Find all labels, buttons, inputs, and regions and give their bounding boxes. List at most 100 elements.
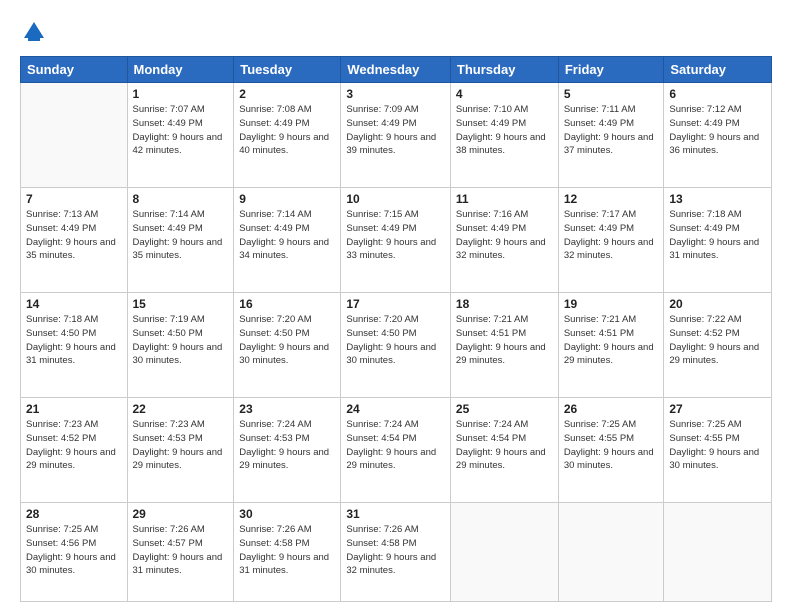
day-number: 6: [669, 87, 766, 101]
table-row: 27 Sunrise: 7:25 AMSunset: 4:55 PMDaylig…: [664, 398, 772, 503]
day-number: 30: [239, 507, 335, 521]
table-row: 6 Sunrise: 7:12 AMSunset: 4:49 PMDayligh…: [664, 83, 772, 188]
day-number: 13: [669, 192, 766, 206]
day-info: Sunrise: 7:14 AMSunset: 4:49 PMDaylight:…: [239, 208, 335, 263]
table-row: 10 Sunrise: 7:15 AMSunset: 4:49 PMDaylig…: [341, 188, 451, 293]
table-row: 18 Sunrise: 7:21 AMSunset: 4:51 PMDaylig…: [450, 293, 558, 398]
table-row: 9 Sunrise: 7:14 AMSunset: 4:49 PMDayligh…: [234, 188, 341, 293]
calendar-week-row: 1 Sunrise: 7:07 AMSunset: 4:49 PMDayligh…: [21, 83, 772, 188]
day-info: Sunrise: 7:23 AMSunset: 4:53 PMDaylight:…: [133, 418, 229, 473]
table-row: 30 Sunrise: 7:26 AMSunset: 4:58 PMDaylig…: [234, 503, 341, 602]
table-row: 14 Sunrise: 7:18 AMSunset: 4:50 PMDaylig…: [21, 293, 128, 398]
logo: [20, 18, 54, 46]
table-row: [558, 503, 664, 602]
calendar-header-row: Sunday Monday Tuesday Wednesday Thursday…: [21, 57, 772, 83]
day-info: Sunrise: 7:13 AMSunset: 4:49 PMDaylight:…: [26, 208, 122, 263]
day-info: Sunrise: 7:21 AMSunset: 4:51 PMDaylight:…: [564, 313, 659, 368]
col-thursday: Thursday: [450, 57, 558, 83]
day-number: 3: [346, 87, 445, 101]
day-info: Sunrise: 7:25 AMSunset: 4:56 PMDaylight:…: [26, 523, 122, 578]
col-sunday: Sunday: [21, 57, 128, 83]
day-number: 28: [26, 507, 122, 521]
table-row: 1 Sunrise: 7:07 AMSunset: 4:49 PMDayligh…: [127, 83, 234, 188]
day-info: Sunrise: 7:09 AMSunset: 4:49 PMDaylight:…: [346, 103, 445, 158]
table-row: 31 Sunrise: 7:26 AMSunset: 4:58 PMDaylig…: [341, 503, 451, 602]
day-number: 14: [26, 297, 122, 311]
day-number: 18: [456, 297, 553, 311]
table-row: 4 Sunrise: 7:10 AMSunset: 4:49 PMDayligh…: [450, 83, 558, 188]
day-number: 16: [239, 297, 335, 311]
table-row: 22 Sunrise: 7:23 AMSunset: 4:53 PMDaylig…: [127, 398, 234, 503]
day-number: 19: [564, 297, 659, 311]
day-info: Sunrise: 7:24 AMSunset: 4:54 PMDaylight:…: [346, 418, 445, 473]
day-number: 12: [564, 192, 659, 206]
calendar-week-row: 7 Sunrise: 7:13 AMSunset: 4:49 PMDayligh…: [21, 188, 772, 293]
page: Sunday Monday Tuesday Wednesday Thursday…: [0, 0, 792, 612]
table-row: 23 Sunrise: 7:24 AMSunset: 4:53 PMDaylig…: [234, 398, 341, 503]
day-number: 25: [456, 402, 553, 416]
calendar-week-row: 21 Sunrise: 7:23 AMSunset: 4:52 PMDaylig…: [21, 398, 772, 503]
day-info: Sunrise: 7:15 AMSunset: 4:49 PMDaylight:…: [346, 208, 445, 263]
table-row: 25 Sunrise: 7:24 AMSunset: 4:54 PMDaylig…: [450, 398, 558, 503]
table-row: 24 Sunrise: 7:24 AMSunset: 4:54 PMDaylig…: [341, 398, 451, 503]
col-friday: Friday: [558, 57, 664, 83]
table-row: 8 Sunrise: 7:14 AMSunset: 4:49 PMDayligh…: [127, 188, 234, 293]
table-row: 17 Sunrise: 7:20 AMSunset: 4:50 PMDaylig…: [341, 293, 451, 398]
day-number: 4: [456, 87, 553, 101]
day-info: Sunrise: 7:08 AMSunset: 4:49 PMDaylight:…: [239, 103, 335, 158]
day-number: 1: [133, 87, 229, 101]
day-number: 31: [346, 507, 445, 521]
table-row: 13 Sunrise: 7:18 AMSunset: 4:49 PMDaylig…: [664, 188, 772, 293]
day-info: Sunrise: 7:16 AMSunset: 4:49 PMDaylight:…: [456, 208, 553, 263]
day-number: 15: [133, 297, 229, 311]
table-row: 3 Sunrise: 7:09 AMSunset: 4:49 PMDayligh…: [341, 83, 451, 188]
day-info: Sunrise: 7:20 AMSunset: 4:50 PMDaylight:…: [346, 313, 445, 368]
day-info: Sunrise: 7:14 AMSunset: 4:49 PMDaylight:…: [133, 208, 229, 263]
day-number: 5: [564, 87, 659, 101]
col-wednesday: Wednesday: [341, 57, 451, 83]
day-number: 27: [669, 402, 766, 416]
day-number: 9: [239, 192, 335, 206]
day-info: Sunrise: 7:12 AMSunset: 4:49 PMDaylight:…: [669, 103, 766, 158]
table-row: 28 Sunrise: 7:25 AMSunset: 4:56 PMDaylig…: [21, 503, 128, 602]
table-row: 16 Sunrise: 7:20 AMSunset: 4:50 PMDaylig…: [234, 293, 341, 398]
table-row: 11 Sunrise: 7:16 AMSunset: 4:49 PMDaylig…: [450, 188, 558, 293]
day-number: 10: [346, 192, 445, 206]
day-number: 2: [239, 87, 335, 101]
day-number: 24: [346, 402, 445, 416]
col-saturday: Saturday: [664, 57, 772, 83]
table-row: 26 Sunrise: 7:25 AMSunset: 4:55 PMDaylig…: [558, 398, 664, 503]
day-info: Sunrise: 7:17 AMSunset: 4:49 PMDaylight:…: [564, 208, 659, 263]
day-info: Sunrise: 7:10 AMSunset: 4:49 PMDaylight:…: [456, 103, 553, 158]
day-number: 23: [239, 402, 335, 416]
table-row: [664, 503, 772, 602]
table-row: 15 Sunrise: 7:19 AMSunset: 4:50 PMDaylig…: [127, 293, 234, 398]
table-row: [450, 503, 558, 602]
table-row: 29 Sunrise: 7:26 AMSunset: 4:57 PMDaylig…: [127, 503, 234, 602]
table-row: 7 Sunrise: 7:13 AMSunset: 4:49 PMDayligh…: [21, 188, 128, 293]
day-number: 11: [456, 192, 553, 206]
table-row: 12 Sunrise: 7:17 AMSunset: 4:49 PMDaylig…: [558, 188, 664, 293]
day-info: Sunrise: 7:20 AMSunset: 4:50 PMDaylight:…: [239, 313, 335, 368]
day-info: Sunrise: 7:18 AMSunset: 4:50 PMDaylight:…: [26, 313, 122, 368]
day-info: Sunrise: 7:26 AMSunset: 4:57 PMDaylight:…: [133, 523, 229, 578]
day-number: 26: [564, 402, 659, 416]
day-info: Sunrise: 7:22 AMSunset: 4:52 PMDaylight:…: [669, 313, 766, 368]
day-info: Sunrise: 7:19 AMSunset: 4:50 PMDaylight:…: [133, 313, 229, 368]
day-number: 8: [133, 192, 229, 206]
day-info: Sunrise: 7:25 AMSunset: 4:55 PMDaylight:…: [564, 418, 659, 473]
calendar-table: Sunday Monday Tuesday Wednesday Thursday…: [20, 56, 772, 602]
logo-icon: [20, 18, 48, 46]
day-info: Sunrise: 7:07 AMSunset: 4:49 PMDaylight:…: [133, 103, 229, 158]
table-row: 5 Sunrise: 7:11 AMSunset: 4:49 PMDayligh…: [558, 83, 664, 188]
table-row: 21 Sunrise: 7:23 AMSunset: 4:52 PMDaylig…: [21, 398, 128, 503]
day-info: Sunrise: 7:26 AMSunset: 4:58 PMDaylight:…: [239, 523, 335, 578]
header: [20, 18, 772, 46]
day-info: Sunrise: 7:24 AMSunset: 4:54 PMDaylight:…: [456, 418, 553, 473]
col-tuesday: Tuesday: [234, 57, 341, 83]
table-row: 20 Sunrise: 7:22 AMSunset: 4:52 PMDaylig…: [664, 293, 772, 398]
day-info: Sunrise: 7:23 AMSunset: 4:52 PMDaylight:…: [26, 418, 122, 473]
day-number: 17: [346, 297, 445, 311]
day-info: Sunrise: 7:11 AMSunset: 4:49 PMDaylight:…: [564, 103, 659, 158]
day-info: Sunrise: 7:24 AMSunset: 4:53 PMDaylight:…: [239, 418, 335, 473]
